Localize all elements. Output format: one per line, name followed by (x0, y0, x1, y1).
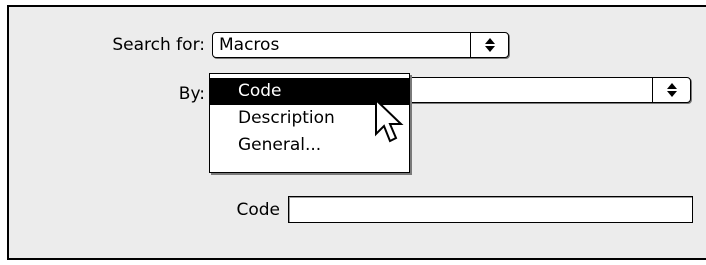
search-for-value: Macros (219, 35, 280, 55)
code-field[interactable] (288, 196, 693, 223)
up-down-arrows-icon (652, 78, 690, 102)
arrow-pointer-icon (375, 97, 404, 143)
search-for-popup[interactable]: Macros (212, 32, 509, 58)
search-for-label: Search for: (112, 35, 205, 55)
code-label: Code (236, 200, 280, 220)
by-label: By: (178, 84, 205, 104)
up-down-arrows-icon (470, 33, 508, 57)
